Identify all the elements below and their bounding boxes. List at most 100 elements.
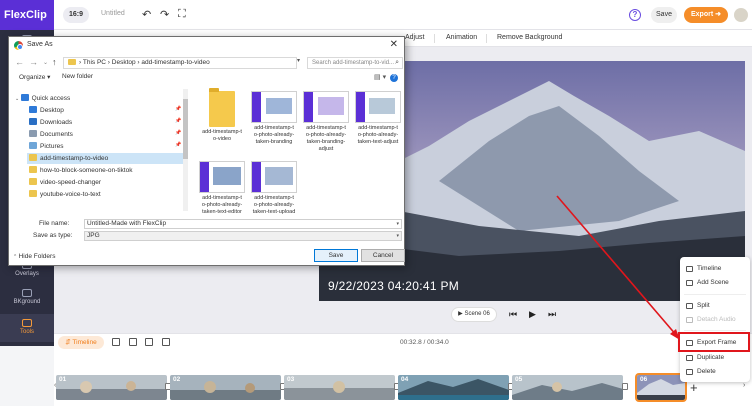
avatar[interactable] <box>734 8 748 22</box>
add-scene-plus-icon[interactable]: + <box>690 380 698 395</box>
timeline-toggle[interactable]: ⇵ Timeline <box>58 336 104 349</box>
new-folder-button[interactable]: New folder <box>62 73 93 80</box>
add-scene-icon <box>686 280 693 286</box>
menu-item-delete[interactable]: Delete <box>685 366 749 378</box>
menu-item-duplicate[interactable]: Duplicate <box>685 352 749 364</box>
organize-menu[interactable]: Organize ▾ <box>19 73 50 81</box>
help-icon[interactable]: ? <box>390 74 398 82</box>
image-thumbnail <box>251 91 297 123</box>
dialog-title-bar: Save As ✕ <box>9 37 404 54</box>
tab-divider <box>434 34 435 43</box>
aspect-ratio-button[interactable]: 16:9 <box>63 7 89 23</box>
forward-icon[interactable]: → <box>29 57 38 67</box>
nav-item-how-to-block[interactable]: how-to-block-someone-on-tiktok <box>29 165 132 176</box>
detach-audio-icon <box>686 317 693 323</box>
file-item[interactable]: add-timestamp-t o-photo-already- taken-t… <box>197 161 247 216</box>
scene-clip-06[interactable]: 06 <box>635 373 687 402</box>
flexclip-logo[interactable]: FlexClip <box>0 0 54 30</box>
nav-item-youtube-voice-to-text[interactable]: youtube-voice-to-text <box>29 189 101 200</box>
file-item-folder[interactable]: add-timestamp-t o-video <box>197 88 247 143</box>
folder-icon <box>209 88 235 127</box>
star-icon <box>20 94 29 101</box>
nav-item-downloads[interactable]: Downloads <box>29 117 72 128</box>
nav-item-video-speed-changer[interactable]: video-speed-changer <box>29 177 101 188</box>
scene-clip-02[interactable]: 02 <box>170 375 281 400</box>
file-name-label: File name: <box>39 220 70 227</box>
file-item[interactable]: add-timestamp-t o-photo-already- taken-b… <box>301 91 351 153</box>
scene-context-menu: Timeline Add Scene Split Detach Audio Ex… <box>680 257 750 382</box>
address-bar-row: ← → ⌄ ↑ › This PC › Desktop › add-timest… <box>9 54 404 72</box>
next-icon[interactable]: ⏭ <box>548 309 556 320</box>
image-thumbnail <box>303 91 349 123</box>
strip-scroll-right-icon[interactable]: › <box>743 382 745 389</box>
close-icon[interactable]: ✕ <box>390 39 398 50</box>
help-icon[interactable]: ? <box>629 9 641 21</box>
tab-animation[interactable]: Animation <box>446 34 477 41</box>
scene-clip-05[interactable]: 05 <box>512 375 623 400</box>
up-icon[interactable]: ↑ <box>52 57 57 67</box>
scene-selector[interactable]: ▶ Scene 06 <box>451 307 497 322</box>
split-icon <box>686 303 693 309</box>
timestamp-overlay[interactable]: 9/22/2023 04:20:41 PM <box>328 279 459 293</box>
split-tool-icon[interactable] <box>129 338 137 346</box>
image-thumbnail <box>355 91 401 123</box>
scrollbar-thumb[interactable] <box>183 99 188 159</box>
redo-icon[interactable]: ↷ <box>160 8 169 21</box>
previous-icon[interactable]: ⏮ <box>509 309 517 320</box>
tab-adjust[interactable]: Adjust <box>405 34 424 41</box>
chevron-down-icon[interactable]: ▾ <box>396 232 399 240</box>
save-type-select[interactable]: JPG ▾ <box>84 231 402 241</box>
tools-icon <box>22 319 32 327</box>
pictures-icon <box>29 142 37 149</box>
folder-icon <box>68 59 76 65</box>
pin-icon: 📌 <box>175 130 182 136</box>
nav-item-pictures[interactable]: Pictures <box>29 141 63 152</box>
file-item[interactable]: add-timestamp-t o-photo-already- taken-b… <box>249 91 299 146</box>
nav-item-add-timestamp-to-video[interactable]: add-timestamp-to-video <box>27 153 183 164</box>
sidebar-item-bkground[interactable]: BKground <box>0 284 54 312</box>
nav-pane-scrollbar[interactable] <box>183 89 188 211</box>
save-as-dialog: Save As ✕ ← → ⌄ ↑ › This PC › Desktop › … <box>8 36 405 266</box>
dialog-cancel-button[interactable]: Cancel <box>361 249 405 262</box>
pin-icon: 📌 <box>175 142 182 148</box>
file-list: add-timestamp-t o-video add-timestamp-t … <box>197 88 403 216</box>
menu-item-split[interactable]: Split <box>685 300 749 312</box>
menu-item-detach-audio: Detach Audio <box>685 314 749 326</box>
save-button[interactable]: Save <box>651 7 677 23</box>
folder-icon <box>29 178 37 185</box>
undo-icon[interactable]: ↶ <box>142 8 151 21</box>
view-options-icon[interactable]: ▤ ▾ ? <box>374 73 398 82</box>
search-input[interactable]: Search add-timestamp-to-vid... ⌕ <box>307 57 403 69</box>
delete-tool-icon[interactable] <box>162 338 170 346</box>
nav-item-documents[interactable]: Documents <box>29 129 73 140</box>
export-button[interactable]: Export ➜ <box>684 7 728 23</box>
scene-clip-03[interactable]: 03 <box>284 375 395 400</box>
play-scene-icon[interactable] <box>112 338 120 346</box>
chevron-down-icon[interactable]: ⌄ <box>43 59 48 66</box>
file-name-input[interactable]: Untitled-Made with FlexClip ▾ <box>84 219 402 229</box>
chevron-down-icon[interactable]: ▾ <box>396 220 399 228</box>
background-icon <box>22 289 32 297</box>
file-item[interactable]: add-timestamp-t o-photo-already- taken-t… <box>249 161 299 216</box>
address-dropdown-icon[interactable]: ▾ <box>297 57 300 64</box>
nav-item-quick-access[interactable]: ⌄ Quick access <box>15 93 70 104</box>
transition-icon[interactable] <box>622 383 628 390</box>
tab-remove-background[interactable]: Remove Background <box>497 34 562 41</box>
menu-item-add-scene[interactable]: Add Scene <box>685 277 749 289</box>
back-icon[interactable]: ← <box>15 57 24 67</box>
hide-folders-toggle[interactable]: ⌃ Hide Folders <box>13 253 55 260</box>
pin-icon: 📌 <box>175 106 182 112</box>
downloads-icon <box>29 118 37 125</box>
play-icon[interactable]: ▶ <box>529 309 536 320</box>
address-bar[interactable]: › This PC › Desktop › add-timestamp-to-v… <box>63 57 297 69</box>
scene-clip-04[interactable]: 04 <box>398 375 509 400</box>
file-item[interactable]: add-timestamp-t o-photo-already- taken-t… <box>353 91 403 146</box>
dialog-save-button[interactable]: Save <box>314 249 358 262</box>
menu-item-timeline[interactable]: Timeline <box>685 263 749 275</box>
project-title[interactable]: Untitled <box>101 10 125 17</box>
fullscreen-icon[interactable]: ⛶ <box>178 8 186 21</box>
nav-item-desktop[interactable]: Desktop <box>29 105 64 116</box>
sidebar-item-tools[interactable]: Tools <box>0 314 54 342</box>
scene-clip-01[interactable]: 01 <box>56 375 167 400</box>
duplicate-tool-icon[interactable] <box>145 338 153 346</box>
